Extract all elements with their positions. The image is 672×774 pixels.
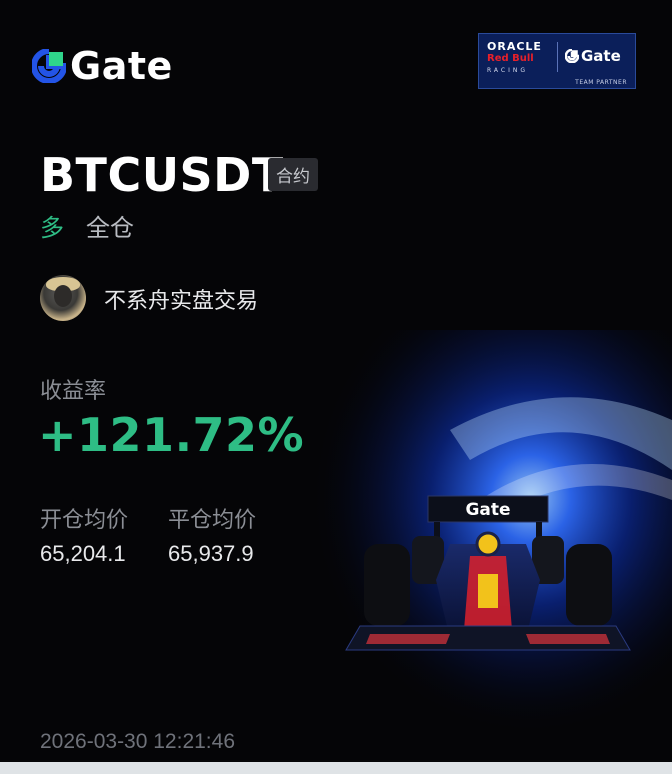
- contract-type-tag: 合约: [268, 158, 318, 191]
- gate-logo-text: Gate: [70, 44, 173, 88]
- username: 不系舟实盘交易: [104, 288, 259, 313]
- avatar-face: [54, 285, 72, 307]
- roi-value: +121.72%: [38, 408, 305, 462]
- avatar: [40, 275, 86, 321]
- close-price-value: 65,937.9: [168, 541, 254, 566]
- close-price-label: 平仓均价: [168, 507, 257, 532]
- driver-helmet: [475, 531, 501, 557]
- rear-wing-text: Gate: [465, 500, 510, 520]
- roi-label: 收益率: [40, 378, 107, 403]
- gate-logo: Gate: [32, 44, 173, 88]
- entry-price-label: 开仓均价: [40, 507, 129, 532]
- partner-divider: [557, 42, 558, 72]
- front-left-wheel: [364, 544, 410, 626]
- blue-glow-bg: [300, 330, 672, 730]
- trading-pair: BTCUSDT: [40, 148, 284, 202]
- gate-logo-icon: [32, 49, 66, 83]
- partner-gate-icon: [565, 49, 579, 63]
- position-side: 多: [40, 215, 64, 242]
- bottom-strip: [0, 762, 672, 774]
- front-right-wheel: [566, 544, 612, 626]
- entry-price-value: 65,204.1: [40, 541, 126, 566]
- partner-gate-text: Gate: [581, 47, 621, 65]
- partner-caption: TEAM PARTNER: [575, 79, 627, 86]
- margin-mode: 全仓: [86, 215, 134, 242]
- partner-oracle-text: ORACLE: [487, 40, 542, 53]
- car-livery-yellow: [478, 574, 498, 608]
- share-card: Gate ORACLE Red Bull RACING Gate TEAM PA…: [0, 0, 672, 762]
- partner-racing-text: RACING: [487, 67, 529, 74]
- partner-redbull-text: Red Bull: [487, 53, 534, 64]
- front-wing-accent-right: [526, 634, 610, 644]
- partner-gate-logo: Gate: [565, 47, 621, 65]
- team-partner-badge: ORACLE Red Bull RACING Gate TEAM PARTNER: [478, 33, 636, 89]
- front-wing-accent-left: [366, 634, 450, 644]
- timestamp: 2026-03-30 12:21:46: [40, 730, 235, 753]
- f1-car-illustration: Gate: [300, 330, 672, 730]
